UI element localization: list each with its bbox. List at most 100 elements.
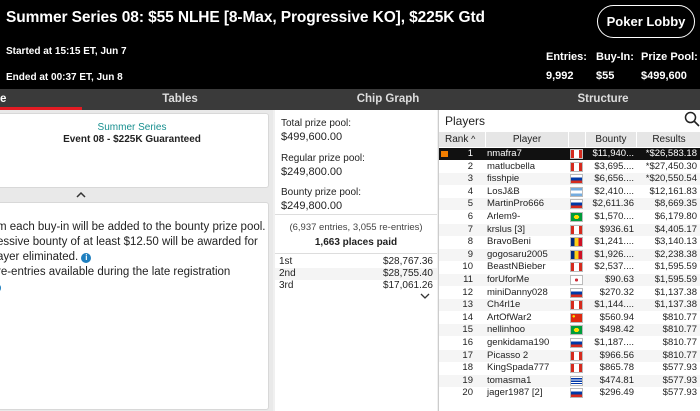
- player-row[interactable]: 14 ArtOfWar2 $560.94 $810.77: [439, 312, 700, 324]
- player-row[interactable]: 10 BeastNBieber $2,537.... $1,595.59: [439, 261, 700, 273]
- player-rank: 12: [462, 286, 473, 298]
- info-icon[interactable]: i: [0, 283, 1, 293]
- player-bounty: $865.78: [599, 362, 634, 374]
- player-bounty: $474.81: [599, 374, 634, 386]
- flag-column-header[interactable]: [569, 132, 585, 147]
- player-name: Ch4rl1e: [487, 299, 521, 311]
- player-name: miniDanny028: [487, 286, 548, 298]
- player-bounty: $936.61: [599, 223, 634, 235]
- player-rank: 3: [467, 173, 473, 185]
- highlight-marker: [441, 151, 448, 157]
- poker-lobby-button[interactable]: Poker Lobby: [597, 5, 695, 38]
- player-bounty: $966.56: [599, 349, 634, 361]
- player-name: Picasso 2: [487, 349, 529, 361]
- buyin-label: Buy-In:: [596, 51, 634, 63]
- player-bounty: $11,940...: [592, 148, 634, 159]
- payout-place: 1st: [279, 256, 293, 267]
- player-name: BeastNBieber: [487, 261, 546, 273]
- payout-row: 3rd $17,061.26: [275, 280, 437, 292]
- player-row[interactable]: 13 Ch4rl1e $1,144.... $1,137.38: [439, 299, 700, 312]
- player-row[interactable]: 5 MartinPro666 $2,611.36 $8,669.35: [439, 198, 700, 211]
- tab-chip-graph[interactable]: Chip Graph: [338, 89, 438, 110]
- player-name: jager1987 [2]: [487, 387, 543, 399]
- player-result: $577.93: [662, 374, 697, 386]
- player-name: genkidama190: [487, 337, 550, 348]
- player-result: $6,179.80: [654, 211, 697, 222]
- regular-prize-value: $249,800.00: [281, 166, 343, 178]
- rank-column-header[interactable]: Rank ^: [439, 132, 485, 147]
- player-name: matlucbella: [487, 160, 536, 172]
- player-row[interactable]: 8 BravoBeni $1,241.... $3,140.13: [439, 236, 700, 248]
- player-row[interactable]: 9 gogosaru2005 $1,926.... $2,238.38: [439, 248, 700, 261]
- player-column-header[interactable]: Player: [486, 132, 568, 147]
- player-bounty: $270.32: [599, 286, 634, 298]
- player-row[interactable]: 19 tomasma1 $474.81 $577.93: [439, 374, 700, 387]
- player-name: MartinPro666: [487, 198, 545, 210]
- player-row[interactable]: 7 krslus [3] $936.61 $4,405.17: [439, 223, 700, 236]
- player-rank: 1: [467, 148, 473, 159]
- player-name: krslus [3]: [487, 223, 526, 235]
- player-result: $810.77: [662, 337, 697, 348]
- player-name: ArtOfWar2: [487, 311, 532, 323]
- entries-value: 9,992: [546, 70, 574, 82]
- country-flag-icon: [570, 249, 583, 260]
- country-flag-icon: [570, 149, 583, 159]
- player-name: KingSpada777: [487, 362, 550, 374]
- player-result: $8,669.35: [654, 198, 697, 210]
- player-row[interactable]: 12 miniDanny028 $270.32 $1,137.38: [439, 287, 700, 299]
- country-flag-icon: [570, 287, 583, 298]
- player-row[interactable]: 4 LosJ&B $2,410.... $12,161.83: [439, 186, 700, 198]
- payout-row: 1st $28,767.36: [275, 256, 437, 268]
- tab-bar: e Tables Chip Graph Structure: [0, 89, 700, 110]
- series-name: Summer Series: [97, 122, 167, 133]
- player-bounty: $2,410....: [594, 185, 634, 197]
- prize-pool-value: $499,600: [641, 70, 687, 82]
- country-flag-icon: [570, 212, 583, 222]
- player-row[interactable]: 6 Arlem9- $1,570.... $6,179.80: [439, 211, 700, 223]
- player-row[interactable]: 3 fisshpie $6,656.... *$20,550.54: [439, 173, 700, 186]
- player-bounty: $1,570....: [594, 211, 634, 222]
- country-flag-icon: [570, 275, 583, 285]
- rule-line: essive bounty of at least $12.50 will be…: [0, 236, 258, 248]
- end-time: Ended at 00:37 ET, Jun 8: [6, 72, 123, 83]
- chevron-up-icon[interactable]: [74, 190, 88, 200]
- search-icon[interactable]: [684, 111, 700, 127]
- tournament-info-panel: Summer Series Event 08 - $225K Guarantee…: [0, 110, 273, 411]
- player-row[interactable]: 16 genkidama190 $1,187.... $810.77: [439, 337, 700, 349]
- player-rank: 18: [462, 362, 473, 374]
- player-rank: 10: [462, 261, 473, 273]
- player-rank: 15: [462, 324, 473, 336]
- player-result: $577.93: [662, 387, 697, 399]
- player-rank: 2: [467, 160, 473, 172]
- player-rank: 14: [462, 311, 473, 323]
- player-name: BravoBeni: [487, 236, 531, 248]
- buyin-value: $55: [596, 70, 615, 82]
- player-result: $1,137.38: [654, 286, 697, 298]
- player-row[interactable]: 11 forUforMe $90.63 $1,595.59: [439, 274, 700, 286]
- event-card: Summer Series Event 08 - $225K Guarantee…: [0, 113, 269, 188]
- bounty-prize-value: $249,800.00: [281, 200, 343, 212]
- player-result: $1,137.38: [654, 299, 697, 311]
- player-row[interactable]: 18 KingSpada777 $865.78 $577.93: [439, 362, 700, 374]
- player-row[interactable]: 20 jager1987 [2] $296.49 $577.93: [439, 387, 700, 399]
- player-row[interactable]: 17 Picasso 2 $966.56 $810.77: [439, 349, 700, 362]
- player-bounty: $90.63: [604, 274, 634, 285]
- info-icon[interactable]: i: [81, 253, 92, 263]
- total-prize-value: $499,600.00: [281, 131, 343, 143]
- player-row[interactable]: 2 matlucbella $3,695.... *$27,450.30: [439, 161, 700, 173]
- country-flag-icon: [570, 300, 583, 311]
- country-flag-icon: [570, 325, 583, 336]
- chevron-down-icon[interactable]: [420, 291, 430, 299]
- player-bounty: $296.49: [599, 387, 634, 399]
- results-column-header[interactable]: Results: [637, 132, 700, 147]
- bounty-column-header[interactable]: Bounty: [586, 132, 636, 147]
- player-row[interactable]: 15 nellinhoo $498.42 $810.77: [439, 324, 700, 337]
- player-result: $1,595.59: [654, 261, 697, 273]
- country-flag-icon: [570, 363, 583, 374]
- player-result: *$27,450.30: [645, 160, 697, 172]
- player-row[interactable]: 1 nmafra7 $11,940... *$26,583.18: [439, 148, 700, 160]
- entries-label: Entries:: [546, 51, 587, 63]
- tab-structure[interactable]: Structure: [553, 89, 653, 110]
- tab-tables[interactable]: Tables: [130, 89, 230, 110]
- prize-pool-label: Prize Pool:: [641, 51, 698, 63]
